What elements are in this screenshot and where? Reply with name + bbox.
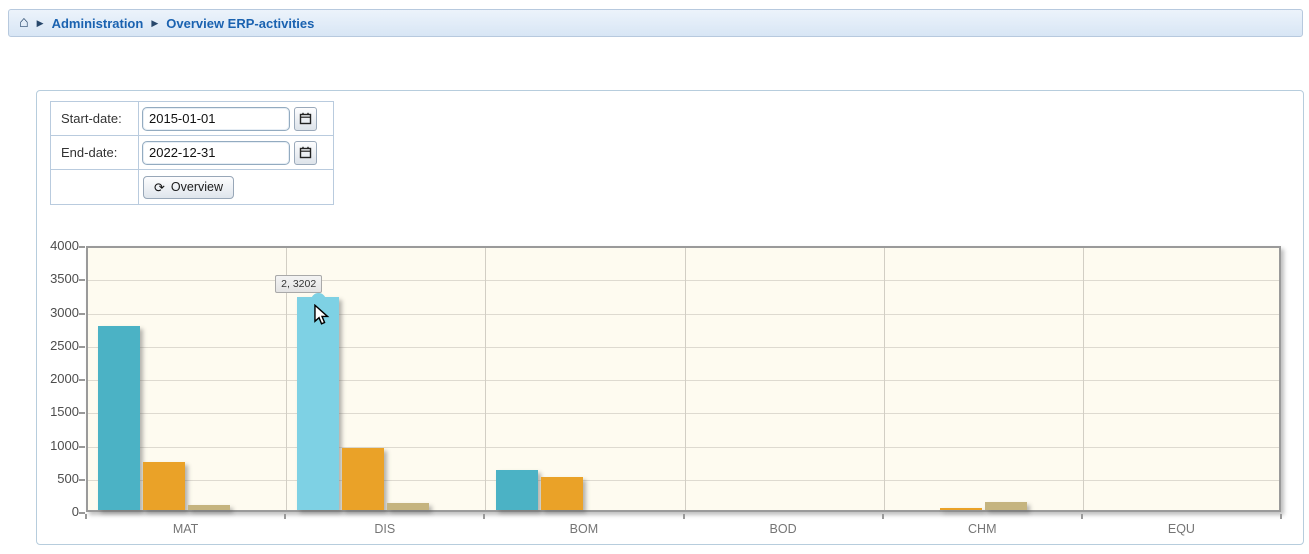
overview-button[interactable]: ⟳ Overview [143,176,234,199]
y-axis-tick-label: 3500 [37,271,79,286]
breadcrumb: ⌂ ▶ Administration ▶ Overview ERP-activi… [8,9,1303,37]
y-axis-tick-mark [79,412,85,414]
bar-DIS-series-3-tan[interactable] [387,503,429,510]
calendar-icon [299,112,312,125]
y-axis-tick-label: 2500 [37,338,79,353]
start-date-input[interactable] [142,107,290,131]
start-date-calendar-button[interactable] [294,107,317,131]
y-axis-tick-label: 0 [37,504,79,519]
bar-MAT-series-3-tan[interactable] [188,505,230,510]
breadcrumb-link-administration[interactable]: Administration [52,16,144,31]
end-date-input[interactable] [142,141,290,165]
y-axis-tick-label: 500 [37,471,79,486]
y-gridline [88,314,1279,315]
breadcrumb-separator-icon: ▶ [37,18,44,29]
main-panel: Start-date: End-date: [36,90,1304,545]
overview-button-row: ⟳ Overview [51,170,333,204]
end-date-calendar-button[interactable] [294,141,317,165]
bar-MAT-series-1-teal[interactable] [98,326,140,510]
date-filter-form: Start-date: End-date: [50,101,334,205]
x-axis-category-label: DIS [335,522,435,536]
x-axis-tick-mark [284,514,286,519]
bar-CHM-series-3-tan[interactable] [985,502,1027,510]
y-axis-tick-label: 1000 [37,438,79,453]
y-axis-tick-mark [79,346,85,348]
x-axis-category-label: EQU [1131,522,1231,536]
mouse-cursor [313,304,332,331]
y-gridline [88,413,1279,414]
y-axis-tick-label: 3000 [37,305,79,320]
y-axis-tick-mark [79,479,85,481]
bar-CHM-series-2-orange[interactable] [940,508,982,510]
home-icon[interactable]: ⌂ [19,15,29,31]
y-axis-tick-mark [79,446,85,448]
refresh-icon: ⟳ [154,181,165,194]
x-axis-category-label: BOD [733,522,833,536]
y-gridline [88,280,1279,281]
end-date-row: End-date: [51,136,333,170]
y-axis-tick-mark [79,279,85,281]
start-date-row: Start-date: [51,102,333,136]
x-axis-tick-mark [85,514,87,519]
x-gridline [485,248,486,510]
y-axis-tick-label: 4000 [37,238,79,253]
overview-button-label: Overview [171,180,223,194]
bar-BOM-series-1-teal[interactable] [496,470,538,510]
x-axis-tick-mark [1280,514,1282,519]
x-axis-category-label: MAT [136,522,236,536]
y-axis-tick-mark [79,313,85,315]
x-axis-tick-mark [683,514,685,519]
x-gridline [884,248,885,510]
bar-BOM-series-2-orange[interactable] [541,477,583,510]
end-date-label: End-date: [51,136,139,169]
y-gridline [88,480,1279,481]
y-axis-tick-mark [79,246,85,248]
breadcrumb-separator-icon: ▶ [151,18,158,29]
x-axis-tick-mark [483,514,485,519]
y-axis-tick-label: 2000 [37,371,79,386]
x-axis-tick-mark [1081,514,1083,519]
calendar-icon [299,146,312,159]
y-gridline [88,380,1279,381]
bar-DIS-series-2-orange[interactable] [342,448,384,510]
x-axis-category-label: CHM [932,522,1032,536]
bar-MAT-series-2-orange[interactable] [143,462,185,510]
x-gridline [685,248,686,510]
breadcrumb-link-overview-erp-activities[interactable]: Overview ERP-activities [166,16,314,31]
empty-cell [51,170,139,204]
y-axis-tick-label: 1500 [37,404,79,419]
x-axis-category-label: BOM [534,522,634,536]
y-gridline [88,447,1279,448]
erp-activities-bar-chart: 2, 3202 [86,246,1281,512]
y-gridline [88,347,1279,348]
start-date-label: Start-date: [51,102,139,135]
y-axis-tick-mark [79,379,85,381]
x-axis-tick-mark [882,514,884,519]
chart-tooltip: 2, 3202 [275,275,322,293]
x-gridline [1083,248,1084,510]
